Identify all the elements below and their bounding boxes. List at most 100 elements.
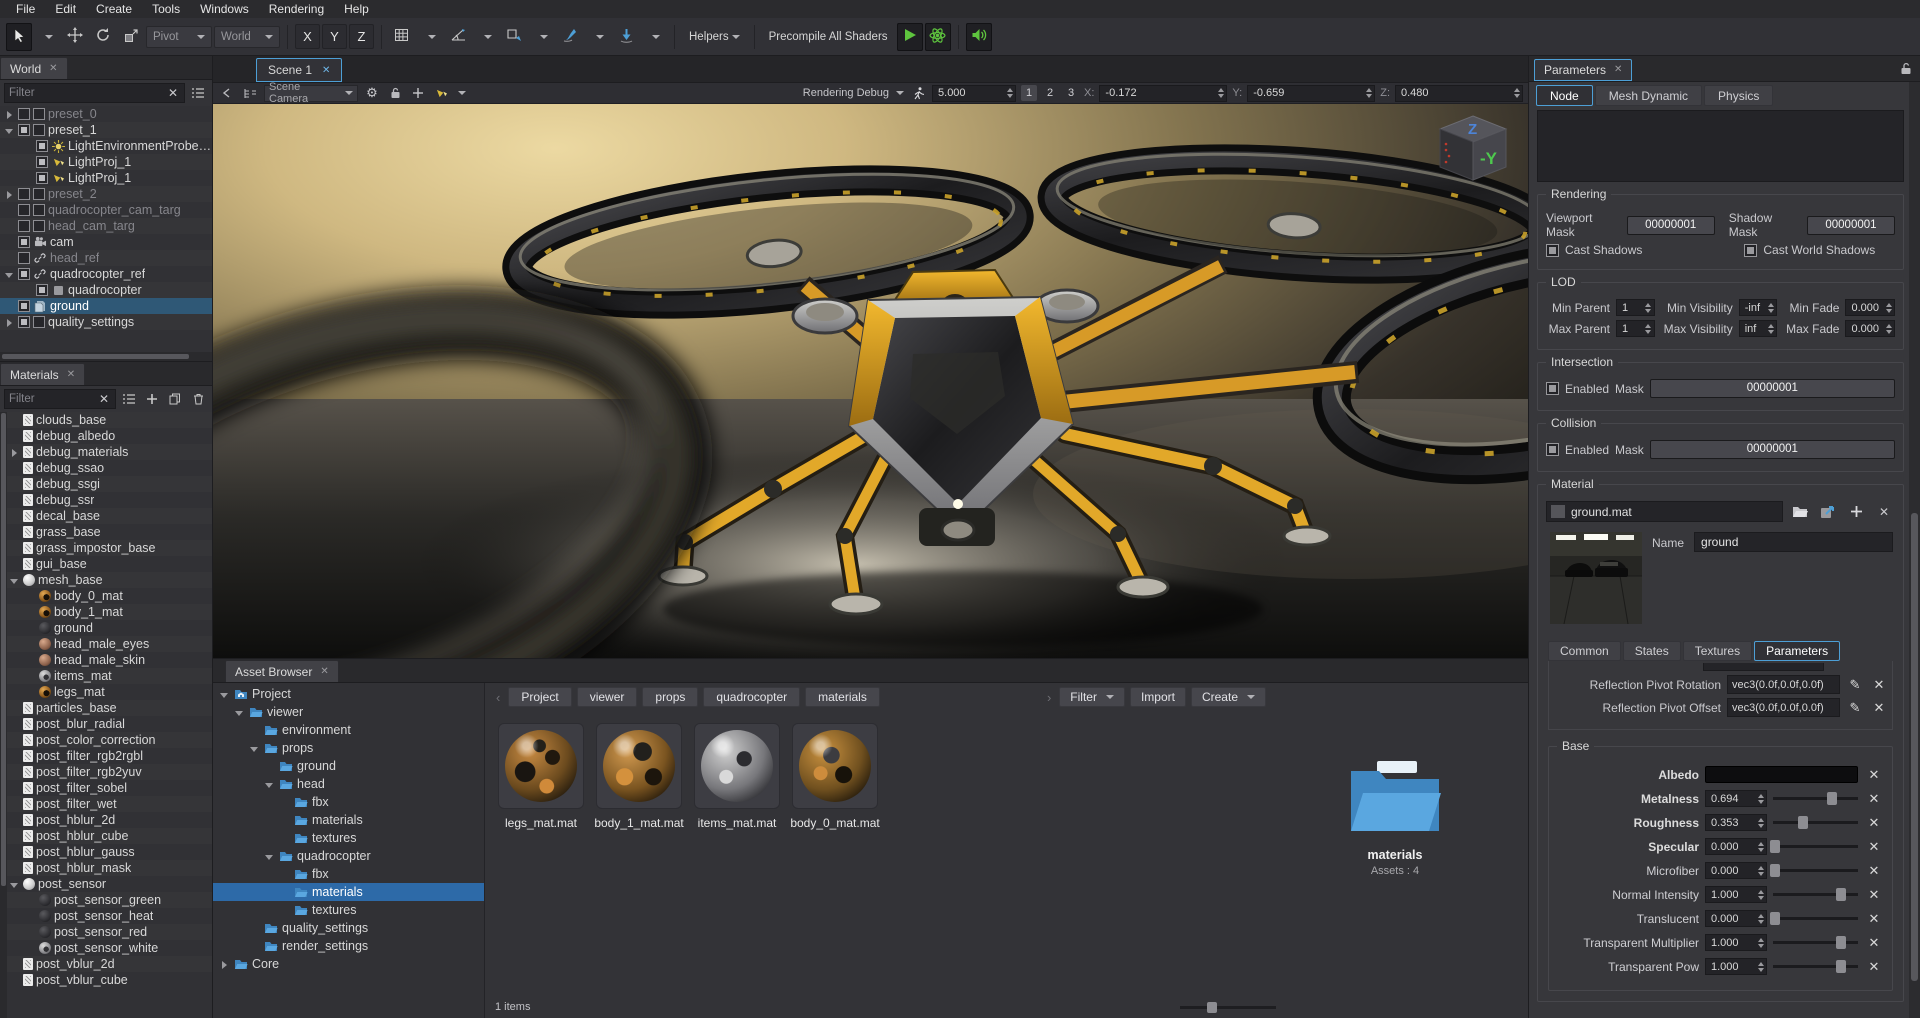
expander-icon[interactable] (234, 707, 245, 718)
reset-icon[interactable]: ✕ (1864, 767, 1884, 783)
menu-item-help[interactable]: Help (334, 0, 379, 18)
asset-tree-row[interactable]: textures (213, 901, 484, 919)
slider-thumb[interactable] (1836, 936, 1846, 949)
add-icon[interactable] (1845, 502, 1867, 522)
expander-icon[interactable] (249, 743, 260, 754)
visibility-checkbox[interactable] (33, 204, 45, 216)
param-value-field[interactable]: 0.000 (1705, 910, 1767, 927)
expander-icon[interactable] (4, 189, 15, 200)
visibility-checkbox[interactable] (18, 108, 30, 120)
material-list-item[interactable]: post_hblur_2d (7, 812, 212, 828)
material-list-item[interactable]: post_hblur_gauss (7, 844, 212, 860)
tab-material-parameters[interactable]: Parameters (1754, 641, 1840, 661)
tree-row[interactable]: preset_2 (0, 186, 212, 202)
edit-icon[interactable]: ✎ (1846, 700, 1864, 716)
param-value-field[interactable]: 1.000 (1705, 958, 1767, 975)
visibility-checkbox[interactable] (18, 188, 30, 200)
snap-grid-dropdown[interactable] (417, 23, 443, 51)
reset-icon[interactable]: ✕ (1864, 935, 1884, 951)
expander-icon[interactable] (4, 317, 15, 328)
collapse-left-icon[interactable] (218, 85, 236, 101)
material-list-item[interactable]: post_filter_wet (7, 796, 212, 812)
spinner-arrows[interactable] (1755, 913, 1766, 925)
material-list-item[interactable]: debug_materials (7, 444, 212, 460)
tree-row[interactable]: quality_settings (0, 314, 212, 330)
param-slider[interactable] (1773, 917, 1858, 920)
snap-normal-dropdown[interactable] (585, 23, 611, 51)
material-list-item[interactable]: debug_ssao (7, 460, 212, 476)
snap-rotate-dropdown[interactable] (473, 23, 499, 51)
min-parent-field[interactable]: 1 (1616, 299, 1655, 316)
breadcrumb-viewer[interactable]: viewer (577, 687, 638, 707)
material-list-item[interactable]: post_color_correction (7, 732, 212, 748)
asset-tree-row[interactable]: fbx (213, 865, 484, 883)
expander-icon[interactable] (9, 447, 20, 458)
breadcrumb-props[interactable]: props (642, 687, 698, 707)
asset-card[interactable]: legs_mat.mat (497, 723, 585, 830)
sound-button[interactable] (966, 23, 992, 51)
param-value-field[interactable]: 0.000 (1705, 838, 1767, 855)
material-list-item[interactable]: gui_base (7, 556, 212, 572)
asset-tree-row[interactable]: Core (213, 955, 484, 973)
edit-icon[interactable]: ✎ (1846, 677, 1864, 693)
axis-z-button[interactable]: Z (349, 24, 374, 49)
param-slider[interactable] (1773, 845, 1858, 848)
reset-icon[interactable]: ✕ (1864, 815, 1884, 831)
tree-row[interactable]: ground (0, 298, 212, 314)
material-list-item[interactable]: post_sensor_heat (7, 908, 212, 924)
gear-icon[interactable]: ⚙ (363, 85, 381, 101)
asset-tree-row[interactable]: textures (213, 829, 484, 847)
spinner-arrows[interactable] (1004, 87, 1015, 99)
play-button[interactable] (897, 23, 923, 51)
slider-thumb[interactable] (1836, 960, 1846, 973)
reset-icon[interactable]: ✕ (1864, 863, 1884, 879)
visibility-checkbox[interactable] (18, 220, 30, 232)
visibility-checkbox[interactable] (18, 252, 30, 264)
spinner-arrows[interactable] (1755, 865, 1766, 877)
reset-icon[interactable]: ✕ (1864, 959, 1884, 975)
slider-thumb[interactable] (1836, 888, 1846, 901)
axis-y-button[interactable]: Y (322, 24, 347, 49)
material-list-item[interactable]: debug_ssgi (7, 476, 212, 492)
material-list-item[interactable]: debug_ssr (7, 492, 212, 508)
visibility-checkbox[interactable] (18, 204, 30, 216)
close-icon[interactable]: ✕ (49, 64, 57, 74)
material-list-item[interactable]: decal_base (7, 508, 212, 524)
precompile-shaders-button[interactable]: Precompile All Shaders (762, 25, 895, 49)
param-slider[interactable] (1773, 797, 1858, 800)
materials-filter-input[interactable] (9, 393, 97, 405)
material-list-item[interactable]: particles_base (7, 700, 212, 716)
spinner-arrows[interactable] (1755, 817, 1766, 829)
material-list-item[interactable]: post_blur_radial (7, 716, 212, 732)
material-list-item[interactable]: post_filter_rgb2rgbl (7, 748, 212, 764)
material-list-item[interactable]: post_hblur_mask (7, 860, 212, 876)
tab-physics[interactable]: Physics (1704, 85, 1773, 106)
param-slider[interactable] (1773, 893, 1858, 896)
spinner-arrows[interactable] (1755, 793, 1766, 805)
expander-icon[interactable] (264, 851, 275, 862)
back-icon[interactable]: ‹ (493, 690, 503, 705)
reset-icon[interactable]: ✕ (1870, 700, 1888, 716)
camera-select[interactable]: Scene Camera (264, 85, 358, 102)
world-hscrollbar[interactable] (0, 352, 212, 361)
snap-scale-button[interactable] (501, 23, 527, 51)
tree-row[interactable]: quadrocopter (0, 282, 212, 298)
visibility-checkbox[interactable] (18, 124, 30, 136)
max-parent-field[interactable]: 1 (1616, 320, 1655, 337)
expander-icon[interactable] (4, 109, 15, 120)
run-physics-button[interactable] (925, 23, 951, 51)
material-list-item[interactable]: post_filter_rgb2yuv (7, 764, 212, 780)
tab-node[interactable]: Node (1536, 85, 1593, 106)
tree-row[interactable]: cam (0, 234, 212, 250)
material-list-item[interactable]: post_vblur_cube (7, 972, 212, 988)
material-list-item[interactable]: post_sensor_red (7, 924, 212, 940)
viewport-3d[interactable]: Z -Y (213, 104, 1528, 658)
material-file-field[interactable]: ground.mat (1546, 501, 1783, 522)
rotate-tool-button[interactable] (90, 23, 116, 51)
coord-x-field[interactable]: -0.172 (1099, 85, 1227, 102)
cast-world-shadows-checkbox[interactable] (1744, 244, 1757, 257)
thumbnail-size-slider[interactable] (1180, 1006, 1276, 1009)
max-fade-field[interactable]: 0.000 (1845, 320, 1895, 337)
world-select[interactable]: World (214, 26, 280, 48)
slider-thumb[interactable] (1770, 912, 1780, 925)
